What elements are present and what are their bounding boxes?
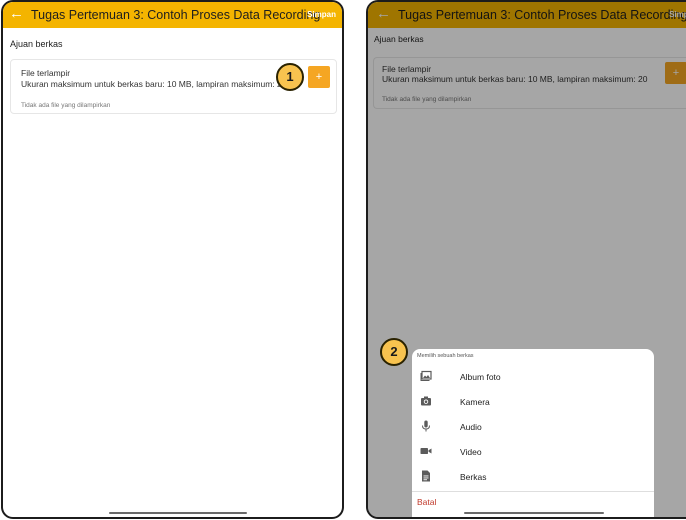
attachment-label: File terlampir (21, 68, 71, 78)
no-file-text: Tidak ada file yang dilampirkan (382, 96, 472, 103)
section-heading: Ajuan berkas (374, 34, 424, 44)
add-file-button[interactable]: + (665, 62, 686, 84)
option-label: Berkas (460, 472, 487, 482)
page-title: Tugas Pertemuan 3: Contoh Proses Data Re… (31, 8, 321, 22)
page-title: Tugas Pertemuan 3: Contoh Proses Data Re… (398, 8, 686, 22)
app-bar: ← Tugas Pertemuan 3: Contoh Proses Data … (3, 2, 342, 28)
option-label: Album foto (460, 372, 501, 382)
app-bar: ← Tugas Pertemuan 3: Contoh Proses Data … (368, 2, 686, 28)
no-file-text: Tidak ada file yang dilampirkan (21, 102, 111, 109)
option-berkas[interactable]: Berkas (412, 466, 654, 488)
step-badge-2: 2 (380, 338, 408, 366)
cancel-button[interactable]: Batal (417, 497, 436, 507)
save-button[interactable]: Simpan (307, 10, 336, 19)
step-badge-1: 1 (276, 63, 304, 91)
back-arrow-icon[interactable]: ← (376, 5, 391, 23)
option-audio[interactable]: Audio (412, 416, 654, 438)
add-file-button[interactable]: + (308, 66, 330, 88)
option-video[interactable]: Video (412, 441, 654, 463)
attachment-label: File terlampir (382, 64, 432, 74)
option-label: Kamera (460, 397, 490, 407)
photo-album-icon (420, 370, 432, 381)
option-label: Audio (460, 422, 482, 432)
screen-before: ← Tugas Pertemuan 3: Contoh Proses Data … (1, 0, 344, 519)
home-indicator (464, 512, 604, 514)
option-label: Video (460, 447, 482, 457)
attachment-description: Ukuran maksimum untuk berkas baru: 10 MB… (21, 79, 287, 89)
video-icon (420, 448, 432, 454)
file-icon (422, 470, 430, 482)
home-indicator (109, 512, 247, 514)
camera-icon (421, 396, 431, 406)
sheet-heading: Memilih sebuah berkas (417, 353, 474, 359)
section-heading: Ajuan berkas (10, 39, 63, 49)
option-album-foto[interactable]: Album foto (412, 366, 654, 388)
file-picker-sheet: Memilih sebuah berkas Album foto Kamera (412, 349, 654, 517)
attachment-description: Ukuran maksimum untuk berkas baru: 10 MB… (382, 74, 648, 84)
back-arrow-icon[interactable]: ← (9, 5, 24, 23)
sheet-divider (412, 491, 654, 492)
microphone-icon (422, 420, 430, 432)
option-kamera[interactable]: Kamera (412, 391, 654, 413)
save-button[interactable]: Simpan (669, 10, 686, 19)
screen-after: ← Tugas Pertemuan 3: Contoh Proses Data … (366, 0, 686, 519)
attachment-card: File terlampir Ukuran maksimum untuk ber… (373, 57, 686, 109)
